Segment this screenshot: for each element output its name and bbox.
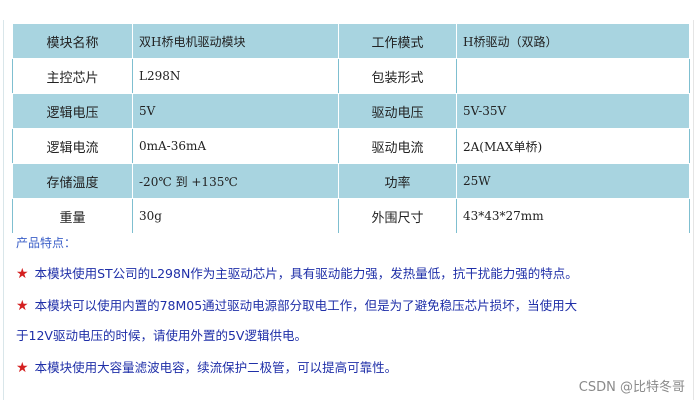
features-title: 产品特点： (16, 236, 77, 250)
feature-item-continuation: 于12V驱动电压的时候，请使用外置的5V逻辑供电。 (16, 327, 689, 345)
spec-value: 25W (456, 163, 690, 199)
table-row: 存储温度 -20℃ 到 +135℃ 功率 25W (12, 163, 690, 199)
table-row: 逻辑电流 0mA-36mA 驱动电流 2A(MAX单桥) (12, 128, 690, 164)
feature-item: ★ 本模块使用ST公司的L298N作为主驱动芯片，具有驱动能力强，发热量低，抗干扰… (16, 265, 689, 283)
table-row: 逻辑电压 5V 驱动电压 5V-35V (12, 93, 690, 129)
feature-text: 本模块可以使用内置的78M05通过驱动电源部分取电工作，但是为了避免稳压芯片损坏… (34, 298, 578, 313)
spec-value: H桥驱动（双路） (456, 23, 690, 59)
spec-value: 2A(MAX单桥) (456, 128, 690, 164)
product-card: 模块名称 双H桥电机驱动模块 工作模式 H桥驱动（双路） 主控芯片 L298N … (3, 20, 694, 400)
spec-value: 5V-35V (456, 93, 690, 129)
spec-key: 逻辑电流 (12, 128, 133, 164)
feature-item: ★ 本模块使用大容量滤波电容，续流保护二极管，可以提高可靠性。 (16, 359, 689, 377)
spec-key: 外围尺寸 (338, 198, 457, 234)
watermark: CSDN @比特冬哥 (578, 380, 685, 395)
page: 模块名称 双H桥电机驱动模块 工作模式 H桥驱动（双路） 主控芯片 L298N … (0, 0, 697, 409)
spec-key: 模块名称 (12, 23, 133, 59)
star-icon: ★ (16, 360, 29, 376)
feature-text: 本模块使用ST公司的L298N作为主驱动芯片，具有驱动能力强，发热量低，抗干扰能… (34, 266, 578, 281)
star-icon: ★ (16, 266, 29, 282)
spec-key: 逻辑电压 (12, 93, 133, 129)
spec-value: 双H桥电机驱动模块 (132, 23, 339, 59)
spec-key: 主控芯片 (12, 58, 133, 94)
features-section: 产品特点： ★ 本模块使用ST公司的L298N作为主驱动芯片，具有驱动能力强，发热… (12, 230, 689, 377)
spec-value: 43*43*27mm (456, 198, 690, 234)
feature-text: 本模块使用大容量滤波电容，续流保护二极管，可以提高可靠性。 (34, 360, 398, 375)
table-row: 模块名称 双H桥电机驱动模块 工作模式 H桥驱动（双路） (12, 23, 690, 59)
spec-table: 模块名称 双H桥电机驱动模块 工作模式 H桥驱动（双路） 主控芯片 L298N … (12, 23, 690, 234)
table-row: 重量 30g 外围尺寸 43*43*27mm (12, 198, 690, 234)
spec-key: 工作模式 (338, 23, 457, 59)
feature-text: 于12V驱动电压的时候，请使用外置的5V逻辑供电。 (16, 328, 307, 343)
spec-value: 0mA-36mA (132, 128, 339, 164)
star-icon: ★ (16, 298, 29, 314)
feature-item: ★ 本模块可以使用内置的78M05通过驱动电源部分取电工作，但是为了避免稳压芯片损… (16, 297, 689, 315)
spec-key: 存储温度 (12, 163, 133, 199)
spec-value: 5V (132, 93, 339, 129)
spec-key: 驱动电流 (338, 128, 457, 164)
spec-key: 包装形式 (338, 58, 457, 94)
spec-value: L298N (132, 58, 339, 94)
spec-value (456, 58, 690, 94)
spec-key: 重量 (12, 198, 133, 234)
spec-key: 功率 (338, 163, 457, 199)
spec-value: -20℃ 到 +135℃ (132, 163, 339, 199)
spec-key: 驱动电压 (338, 93, 457, 129)
spec-value: 30g (132, 198, 339, 234)
table-row: 主控芯片 L298N 包装形式 (12, 58, 690, 94)
